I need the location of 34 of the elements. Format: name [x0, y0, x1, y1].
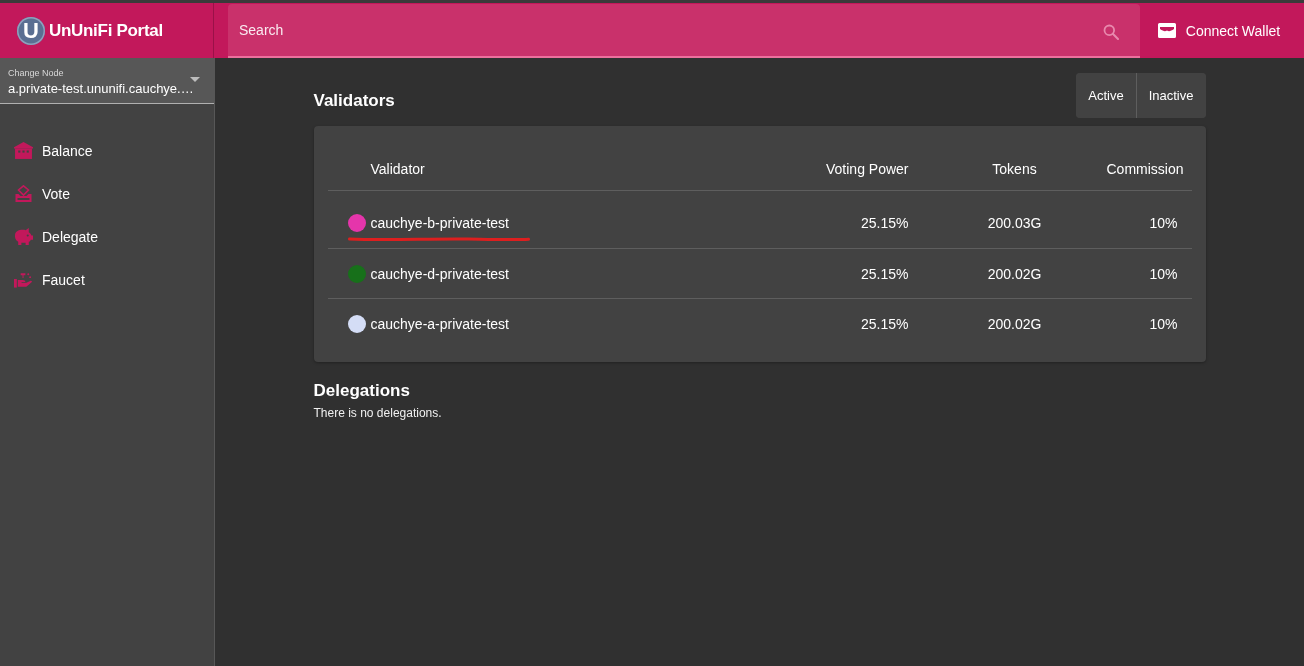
column-header: Voting Power	[825, 161, 910, 177]
table-cell-text: 200.02G	[986, 265, 1043, 282]
validator-name[interactable]: cauchye-a-private-test	[370, 315, 509, 332]
section-title: Delegations	[313, 380, 411, 402]
column-header: Tokens	[991, 161, 1038, 177]
piggy-bank-icon	[14, 228, 33, 245]
nav-item[interactable]: Balance	[0, 129, 214, 172]
nav-item[interactable]: Delegate	[0, 215, 214, 258]
empty-message: There is no delegations.	[313, 406, 443, 420]
search-icon	[1103, 24, 1119, 40]
node-select[interactable]: Change Node a.private-test.ununifi.cauchye.…	[0, 58, 214, 104]
table-cell-text: 10%	[1148, 315, 1179, 332]
bank-icon	[14, 142, 33, 159]
table-cell-text: 25.15%	[860, 265, 910, 282]
nav-item[interactable]: Faucet	[0, 258, 214, 301]
validator-name[interactable]: cauchye-d-private-test	[370, 265, 509, 282]
column-header: Commission	[1106, 161, 1185, 177]
ballot-box-icon	[14, 185, 33, 202]
validator-name[interactable]: cauchye-b-private-test	[370, 215, 509, 231]
table-cell-text: 10%	[1148, 265, 1179, 282]
caret-icon	[190, 77, 200, 82]
nav-item[interactable]: Vote	[0, 172, 214, 215]
logo: U	[17, 16, 45, 45]
table-cell-text: 10%	[1148, 215, 1179, 231]
table-cell-text: 25.15%	[860, 215, 910, 231]
table-cell-text: 200.03G	[986, 215, 1043, 231]
column-header: Validator	[369, 161, 426, 177]
app-title: UnUniFi Portal	[49, 20, 163, 41]
table-cell-text: 200.02G	[986, 315, 1043, 332]
section-title: Validators	[313, 90, 395, 112]
search-field[interactable]: Search	[228, 4, 1140, 58]
wallet-icon	[1157, 23, 1176, 38]
hand-icon	[14, 271, 33, 288]
table-cell-text: 25.15%	[860, 315, 910, 332]
